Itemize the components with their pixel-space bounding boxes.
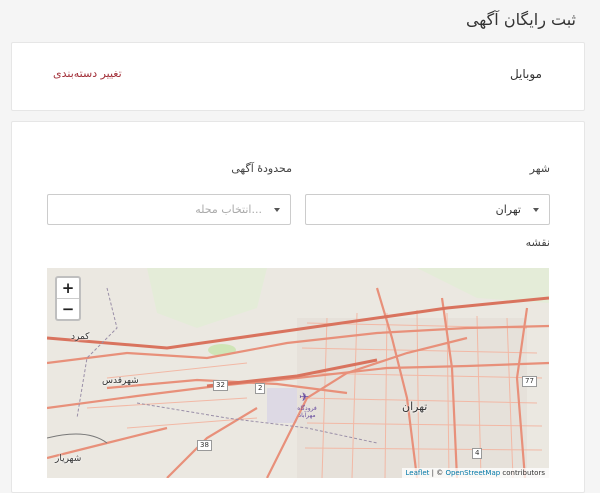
attribution-separator: | ©: [431, 469, 444, 477]
zoom-out-button[interactable]: −: [57, 298, 79, 319]
city-label: شهر: [529, 162, 550, 175]
map-place-tehran: تهران: [402, 400, 428, 413]
map-tiles: [47, 268, 549, 478]
change-category-link[interactable]: تغییر دسته‌بندی: [53, 67, 122, 80]
zoom-control: + −: [55, 276, 81, 321]
road-shield-4: 4: [472, 448, 483, 459]
category-card: موبایل تغییر دسته‌بندی: [11, 42, 585, 111]
attribution-contributors: contributors: [502, 469, 545, 477]
airplane-icon: ✈: [299, 390, 310, 404]
leaflet-link[interactable]: Leaflet: [406, 469, 430, 477]
city-select[interactable]: تهران: [305, 194, 550, 225]
map-attribution: Leaflet | © OpenStreetMap contributors: [401, 468, 549, 478]
caret-down-icon: [274, 208, 280, 212]
area-select[interactable]: انتخاب محله...: [47, 194, 291, 225]
city-select-value: تهران: [495, 203, 521, 216]
area-select-placeholder: انتخاب محله...: [195, 203, 262, 216]
zoom-in-button[interactable]: +: [57, 278, 79, 298]
road-shield-77: 77: [522, 376, 537, 387]
caret-down-icon: [533, 208, 539, 212]
form-card: شهر محدودهٔ آگهی تهران انتخاب محله... نق…: [11, 121, 585, 493]
map-place-kamard: کمرد: [71, 332, 90, 342]
osm-link[interactable]: OpenStreetMap: [445, 469, 500, 477]
map-place-shahr-qods: شهرقدس: [102, 376, 139, 386]
map-place-shahriar: شهریار: [55, 454, 82, 464]
area-label: محدودهٔ آگهی: [231, 162, 292, 175]
category-name: موبایل: [509, 67, 542, 81]
page-title: ثبت رایگان آگهی: [465, 10, 576, 29]
road-shield-38: 38: [197, 440, 212, 451]
map[interactable]: + − کمرد شهرقدس شهریار تهران 32 2 38 77 …: [47, 268, 549, 478]
road-shield-2: 2: [255, 383, 266, 394]
map-place-airport: فرودگاه مهرآباد: [297, 405, 317, 419]
map-label: نقشه: [525, 236, 550, 249]
road-shield-32: 32: [213, 380, 228, 391]
